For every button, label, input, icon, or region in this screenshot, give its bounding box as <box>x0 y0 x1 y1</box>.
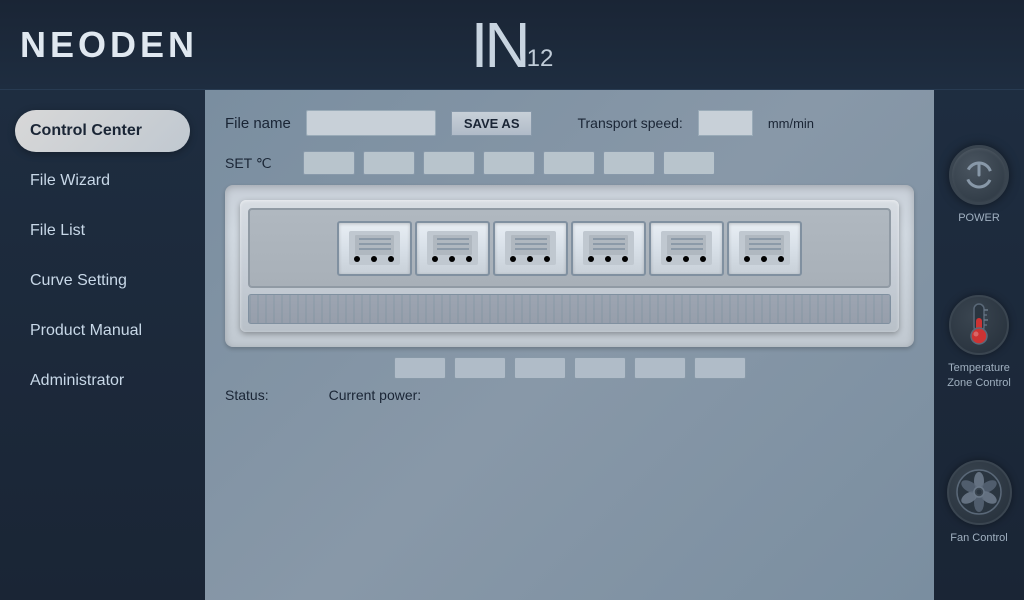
heating-zone-6 <box>727 221 802 276</box>
set-temp-input-2[interactable] <box>363 151 415 175</box>
fan-control-button[interactable]: Fan Control <box>947 460 1012 545</box>
heating-zones <box>332 216 807 281</box>
power-icon <box>949 145 1009 205</box>
top-bar: File name SAVE AS Transport speed: mm/mi… <box>225 110 914 136</box>
bottom-temp-input-5[interactable] <box>634 357 686 379</box>
zone-diagram-4 <box>581 229 636 267</box>
sidebar-item-file-list[interactable]: File List <box>15 210 190 252</box>
conveyor-bottom <box>248 294 891 324</box>
current-power-label: Current power: <box>329 387 422 403</box>
save-as-button[interactable]: SAVE AS <box>451 111 533 136</box>
zone-diagram-6 <box>737 229 792 267</box>
fan-icon <box>947 460 1012 525</box>
brand-name: NEODEN <box>20 24 198 66</box>
power-label: POWER <box>958 211 1000 225</box>
logo: IN 12 <box>471 13 554 77</box>
set-temp-label: SET ℃ <box>225 155 295 172</box>
logo-number: 12 <box>527 45 554 73</box>
status-bar: Status: Current power: <box>225 387 914 403</box>
heating-zone-1 <box>337 221 412 276</box>
heating-zone-4 <box>571 221 646 276</box>
bottom-temp-input-4[interactable] <box>574 357 626 379</box>
oven-area <box>225 185 914 347</box>
zone-diagram-3 <box>503 229 558 267</box>
zone-diagram-2 <box>425 229 480 267</box>
bottom-temp-input-1[interactable] <box>394 357 446 379</box>
sidebar-item-curve-setting[interactable]: Curve Setting <box>15 260 190 302</box>
file-name-label: File name <box>225 115 291 132</box>
sidebar: Control Center File Wizard File List Cur… <box>0 90 205 600</box>
main-content: File name SAVE AS Transport speed: mm/mi… <box>205 90 934 600</box>
fan-control-label: Fan Control <box>950 531 1007 545</box>
set-temp-input-3[interactable] <box>423 151 475 175</box>
set-temp-input-6[interactable] <box>603 151 655 175</box>
bottom-temp-input-3[interactable] <box>514 357 566 379</box>
conveyor-belt <box>249 295 890 323</box>
set-temp-input-5[interactable] <box>543 151 595 175</box>
sidebar-item-administrator[interactable]: Administrator <box>15 360 190 402</box>
thermometer-svg <box>960 300 998 350</box>
thermometer-icon <box>949 295 1009 355</box>
heating-zone-3 <box>493 221 568 276</box>
logo-in: IN <box>471 13 527 77</box>
file-name-input[interactable] <box>306 110 436 136</box>
bottom-temp-input-2[interactable] <box>454 357 506 379</box>
bottom-temp-input-6[interactable] <box>694 357 746 379</box>
header: NEODEN IN 12 <box>0 0 1024 90</box>
set-temp-row: SET ℃ <box>225 151 914 175</box>
set-temp-input-1[interactable] <box>303 151 355 175</box>
bottom-temp-row <box>225 357 914 379</box>
zone-diagram-5 <box>659 229 714 267</box>
heating-zone-2 <box>415 221 490 276</box>
transport-unit: mm/min <box>768 116 814 131</box>
right-panel: POWER TemperatureZone Control <box>934 90 1024 600</box>
fan-svg <box>955 468 1003 516</box>
temp-zone-button[interactable]: TemperatureZone Control <box>947 295 1011 390</box>
sidebar-item-file-wizard[interactable]: File Wizard <box>15 160 190 202</box>
temp-zone-label: TemperatureZone Control <box>947 361 1011 390</box>
transport-speed-input[interactable] <box>698 110 753 136</box>
transport-speed-label: Transport speed: <box>577 115 682 131</box>
sidebar-item-control-center[interactable]: Control Center <box>15 110 190 152</box>
oven-machine <box>240 200 899 332</box>
conveyor-top <box>248 208 891 288</box>
sidebar-item-product-manual[interactable]: Product Manual <box>15 310 190 352</box>
set-temp-input-4[interactable] <box>483 151 535 175</box>
power-button[interactable]: POWER <box>949 145 1009 225</box>
power-symbol-svg <box>961 157 997 193</box>
zone-diagram-1 <box>347 229 402 267</box>
status-label: Status: <box>225 387 269 403</box>
set-temp-input-7[interactable] <box>663 151 715 175</box>
heating-zone-5 <box>649 221 724 276</box>
